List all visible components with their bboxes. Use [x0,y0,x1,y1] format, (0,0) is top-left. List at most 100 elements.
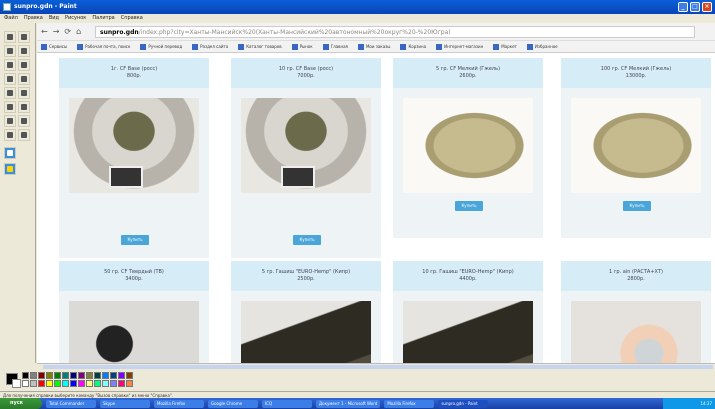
taskbar-item[interactable]: Total Commander [46,399,96,408]
color-swatch[interactable] [70,380,77,387]
color-swatch[interactable] [54,380,61,387]
product-price: 2600р. [459,73,477,79]
taskbar-item[interactable]: Mozilla Firefox [154,399,204,408]
menu-colors[interactable]: Палитра [92,14,114,23]
line-icon[interactable] [4,101,16,113]
taskbar-item[interactable]: Документ 1 - Microsoft Word [316,399,381,408]
color-swatch[interactable] [62,380,69,387]
url-field[interactable]: sunpro.gdn/index.php?city=Ханты-Мансийск… [95,26,695,38]
reload-icon[interactable]: ⟳ [64,27,71,36]
pencil-icon[interactable] [4,73,16,85]
product-image[interactable] [403,301,533,363]
rounded-rect-icon[interactable] [18,129,30,141]
close-button[interactable]: × [702,2,712,12]
color-swatch[interactable] [110,380,117,387]
bookmark-item[interactable]: Маркет [493,43,517,50]
bookmark-item[interactable]: Интернет-магазин [436,43,483,50]
product-image[interactable] [571,98,701,193]
bookmark-item[interactable]: Ручной перевод [140,43,182,50]
taskbar-item[interactable]: Mozilla Firefox [384,399,435,408]
color-swatch[interactable] [46,380,53,387]
color-swatch[interactable] [110,372,117,379]
forward-arrow-icon[interactable]: → [53,27,60,36]
paint-canvas[interactable]: ← → ⟳ ⌂ sunpro.gdn/index.php?city=Ханты-… [37,23,715,363]
text-icon[interactable] [18,87,30,99]
product-image[interactable] [241,301,371,363]
bookmark-item[interactable]: Избранное [526,43,558,50]
menu-file[interactable]: Файл [4,14,18,23]
rectangle-icon[interactable] [4,115,16,127]
color-swatch[interactable] [62,372,69,379]
color-swatch[interactable] [22,380,29,387]
product-price: 2500р. [297,276,315,282]
color-swatch[interactable] [118,372,125,379]
menu-image[interactable]: Рисунок [65,14,86,23]
color-swatch[interactable] [78,372,85,379]
color-swatch[interactable] [78,380,85,387]
bookmark-item[interactable]: Корзина [400,43,426,50]
product-image[interactable] [403,98,533,193]
color-swatch[interactable] [94,372,101,379]
minimize-button[interactable]: _ [678,2,688,12]
curve-icon[interactable] [18,101,30,113]
color-swatch[interactable] [86,380,93,387]
color-swatch[interactable] [22,372,29,379]
home-icon[interactable]: ⌂ [76,27,81,36]
product-price: 4400р. [459,276,477,282]
menu-edit[interactable]: Правка [24,14,43,23]
product-title: 50 гр. CF Твердый (ТВ) [104,269,164,275]
bookmark-item[interactable]: Мои заказы [357,43,390,50]
bookmark-item[interactable]: Рабочая почта, поиск [77,43,130,50]
color-swatch[interactable] [38,372,45,379]
product-image[interactable] [69,301,199,363]
color-swatch[interactable] [86,372,93,379]
bookmark-item[interactable]: Каталог товаров [238,43,282,50]
fill-icon[interactable] [18,45,30,57]
product-image[interactable] [69,98,199,193]
taskbar-item-active[interactable]: sunpro.gdn - Paint [438,399,489,408]
buy-button[interactable]: Купить [455,201,483,211]
maximize-button[interactable]: □ [690,2,700,12]
free-select-icon[interactable] [4,31,16,43]
color-swatch[interactable] [102,372,109,379]
tool-option-transparent-icon[interactable] [4,163,16,175]
color-swatch[interactable] [70,372,77,379]
paint-app-icon [3,3,11,11]
buy-button[interactable]: Купить [121,235,149,245]
select-icon[interactable] [18,31,30,43]
buy-button[interactable]: Купить [293,235,321,245]
bookmark-item[interactable]: Раздел сайта [192,43,228,50]
taskbar-item[interactable]: Skype [100,399,150,408]
color-swatch[interactable] [118,380,125,387]
color-swatch[interactable] [30,380,37,387]
bookmark-item[interactable]: Сервисы [41,43,67,50]
product-card: 100 гр. CF Мелкий (Гжель) 13000р. Купить [561,58,711,238]
color-swatch[interactable] [46,372,53,379]
color-swatch[interactable] [30,372,37,379]
picker-icon[interactable] [4,59,16,71]
menu-help[interactable]: Справка [121,14,143,23]
color-swatch[interactable] [102,380,109,387]
start-button[interactable]: пуск [0,398,42,409]
taskbar-item[interactable]: Google Chrome [208,399,258,408]
buy-button[interactable]: Купить [623,201,651,211]
color-swatch[interactable] [54,372,61,379]
bookmark-item[interactable]: Рынок [291,43,313,50]
brush-icon[interactable] [18,73,30,85]
product-image[interactable] [571,301,701,363]
color-swatch[interactable] [126,380,133,387]
airbrush-icon[interactable] [4,87,16,99]
taskbar-item[interactable]: ICQ [262,399,312,408]
color-swatch[interactable] [38,380,45,387]
color-swatch[interactable] [94,380,101,387]
polygon-icon[interactable] [18,115,30,127]
tool-option-opaque-icon[interactable] [4,147,16,159]
ellipse-icon[interactable] [4,129,16,141]
magnifier-icon[interactable] [18,59,30,71]
menu-view[interactable]: Вид [49,14,59,23]
back-arrow-icon[interactable]: ← [41,27,48,36]
color-swatch[interactable] [126,372,133,379]
bookmark-item[interactable]: Главная [322,43,348,50]
product-image[interactable] [241,98,371,193]
eraser-icon[interactable] [4,45,16,57]
